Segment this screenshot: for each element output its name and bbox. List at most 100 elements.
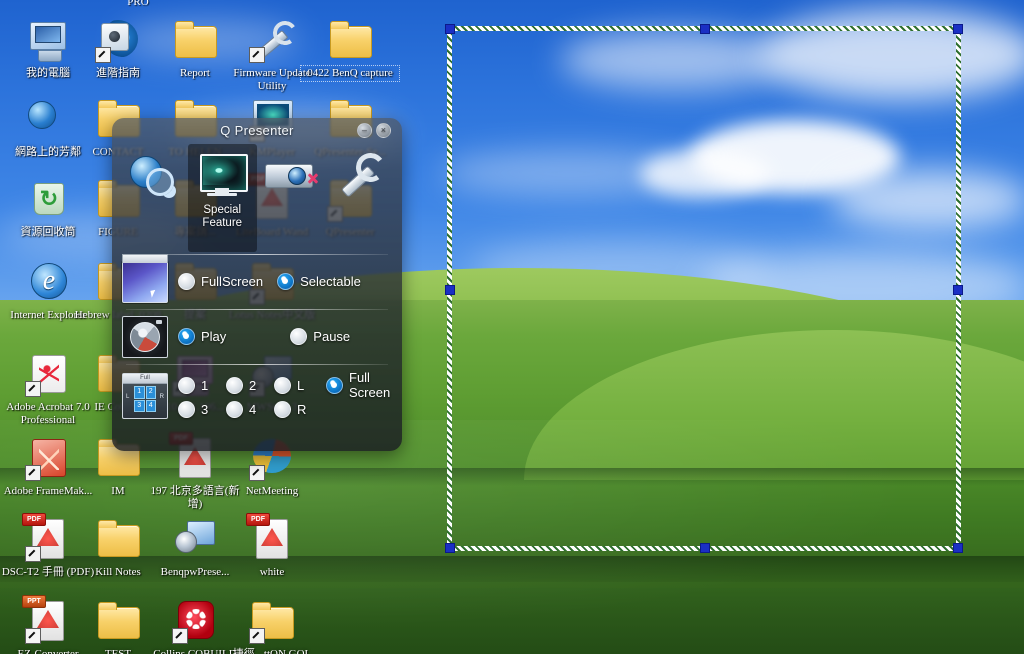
ppt-icon: PPT [22,595,72,645]
radio-label: Play [201,328,227,344]
folder-icon [94,597,142,645]
desktop-icon-benq-capture-folder[interactable]: 0422 BenQ capture [300,16,400,82]
quadrant-cell: 3 [134,399,145,412]
desktop-icon-shortcut-won-gol[interactable]: 捷徑 - ttON.GOL [224,597,320,654]
radio-label: 3 [201,401,209,417]
resize-handle-bottom-right[interactable] [953,543,963,553]
radio-label: L [297,377,305,393]
close-icon: × [380,125,387,135]
resize-handle-top-left[interactable] [445,24,455,34]
resize-handle-top-middle[interactable] [700,24,710,34]
radio-indicator [178,327,195,345]
acrobat-icon [24,350,72,398]
radio-indicator [226,376,243,394]
firmware-icon [248,16,296,64]
folder-icon [94,515,142,563]
desktop-icon-label: 0422 BenQ capture [300,65,400,82]
folder-icon [326,16,374,64]
resize-handle-middle-left[interactable] [445,284,455,295]
radio-position-2[interactable]: 2 [226,376,274,394]
playback-row: Play Pause [112,310,402,362]
split-screen-row: Full L R 1 2 3 4 1 2 L Full Screen 3 4 R [112,365,402,425]
minimize-button[interactable]: – [357,123,372,138]
resize-handle-bottom-middle[interactable] [700,543,710,553]
desktop-icon-label: 捷徑 - ttON.GOL [232,648,312,654]
partial-icon-label-pro: PRO [127,0,149,8]
minimize-icon: – [361,125,368,135]
desktop-icon-label: white [259,566,285,578]
ie-icon [24,258,72,306]
radio-position-4[interactable]: 4 [226,400,274,418]
toolbar: Special Feature [112,142,402,252]
radio-position-L[interactable]: L [274,376,326,394]
tool-search-projector[interactable] [118,144,188,252]
screen-capture-thumbnail[interactable] [122,254,168,303]
quadrant-cell: 2 [145,386,156,399]
split-thumbnail-title: Full [123,374,167,384]
radio-label: Selectable [300,273,361,289]
pdf-icon: PDF [246,513,296,563]
radio-label: 2 [249,377,257,393]
radio-play[interactable]: Play [178,327,227,345]
radio-indicator [290,327,308,345]
radio-position-R[interactable]: R [274,400,326,418]
quadrant-cell: 4 [145,399,156,412]
radio-label: Pause [313,328,351,344]
camera-lens-thumbnail[interactable] [122,316,168,358]
radio-indicator [178,400,195,418]
radio-label: 1 [201,377,209,393]
quadrant-cell: 1 [134,386,145,399]
split-left-label: L [126,394,130,400]
pdf-icon: PDF [22,513,72,563]
close-button[interactable]: × [376,123,391,138]
desktop-icon-white-pdf[interactable]: PDF white [224,513,320,579]
mycomp-icon [24,16,72,64]
radio-selectable[interactable]: Selectable [277,272,361,290]
framemaker-icon [24,434,72,482]
projector-disconnect-icon [261,150,323,202]
collins-icon [171,597,219,645]
radio-label: FullScreen [201,273,264,289]
folder-icon [171,16,219,64]
guide-icon [94,16,142,64]
radio-indicator [274,376,291,394]
resize-handle-top-right[interactable] [953,24,963,34]
quadrant-grid: 1 2 3 4 [134,386,156,412]
globe-search-icon [122,150,184,202]
resize-handle-bottom-left[interactable] [445,543,455,553]
playback-options: Play Pause [178,327,392,347]
radio-position-1[interactable]: 1 [178,376,226,394]
tool-settings[interactable] [327,144,397,252]
radio-label: Full Screen [349,370,391,400]
radio-fullscreen[interactable]: FullScreen [178,272,264,290]
radio-indicator [178,272,195,290]
resize-handle-middle-right[interactable] [953,284,963,295]
radio-indicator [326,376,343,394]
split-screen-thumbnail[interactable]: Full L R 1 2 3 4 [122,373,168,419]
radio-label: 4 [249,401,257,417]
globe-icon [24,95,72,143]
split-screen-options: 1 2 L Full Screen 3 4 R [178,370,392,421]
tool-special-feature[interactable]: Special Feature [187,144,257,252]
folder-icon [248,597,296,645]
tool-label: Special Feature [202,204,243,229]
monitor-icon [191,150,253,202]
recycle-icon [24,175,72,223]
desktop-icon-label: NetMeeting [245,485,299,497]
radio-indicator [178,376,195,394]
window-title: Q Presenter [220,122,294,138]
radio-position-full-screen[interactable]: Full Screen [326,370,392,400]
window-title-bar[interactable]: Q Presenter – × [112,118,402,142]
wrench-icon [330,150,392,202]
q-presenter-window[interactable]: Q Presenter – × Special Feature FullScre… [112,118,402,451]
tool-disconnect-projector[interactable] [257,144,327,252]
radio-position-3[interactable]: 3 [178,400,226,418]
radio-indicator [274,400,291,418]
radio-indicator [277,272,295,290]
split-right-label: R [159,394,164,400]
capture-mode-row: FullScreen Selectable [112,254,402,307]
radio-pause[interactable]: Pause [290,327,351,345]
radio-indicator [226,400,243,418]
radio-label: R [297,401,307,417]
screen-capture-marquee[interactable] [445,24,963,553]
